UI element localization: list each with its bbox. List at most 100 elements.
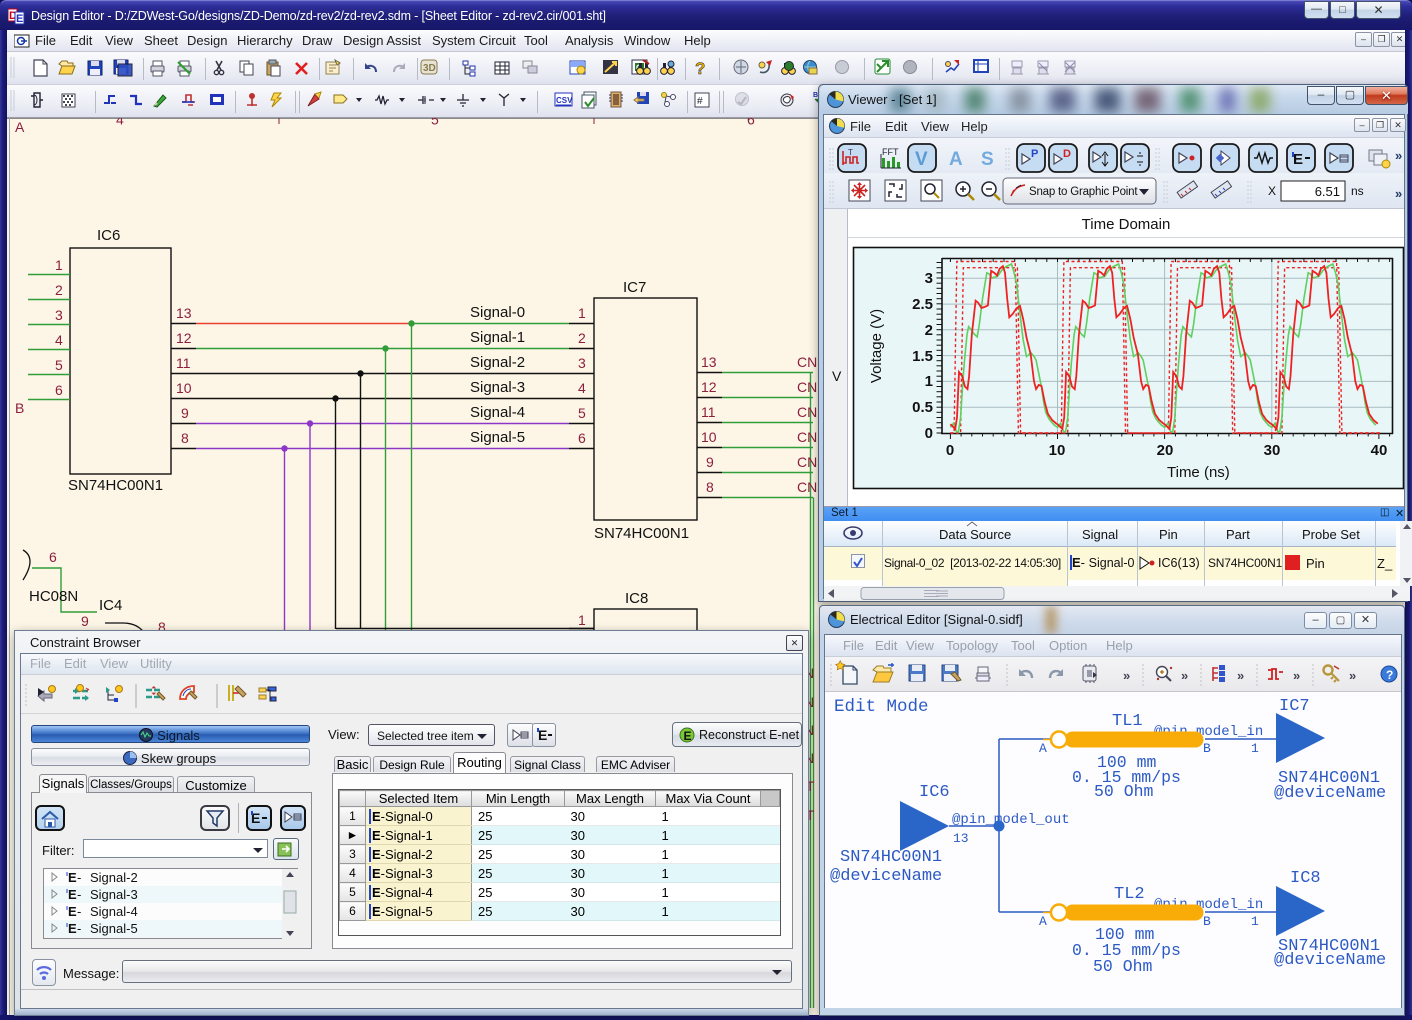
svg-text:CN: CN bbox=[797, 454, 817, 470]
svg-text:30: 30 bbox=[1264, 442, 1281, 459]
svg-text:3D: 3D bbox=[423, 63, 436, 74]
svg-text:9: 9 bbox=[706, 454, 714, 470]
svg-text:9: 9 bbox=[181, 405, 189, 421]
svg-text:SN74HC00N1: SN74HC00N1 bbox=[840, 848, 942, 867]
svg-text:Edit Mode: Edit Mode bbox=[834, 697, 929, 717]
svg-text:2: 2 bbox=[925, 322, 933, 339]
svg-text:10: 10 bbox=[176, 380, 192, 396]
svg-text:2.5: 2.5 bbox=[912, 296, 933, 313]
svg-text:IC7: IC7 bbox=[1279, 697, 1310, 716]
svg-text:B: B bbox=[1203, 914, 1211, 929]
svg-text:IC8: IC8 bbox=[1290, 869, 1321, 888]
svg-text:Signal-3: Signal-3 bbox=[90, 887, 138, 902]
svg-text:X: X bbox=[1268, 184, 1276, 198]
svg-text:6: 6 bbox=[578, 430, 586, 446]
svg-text:E: E bbox=[68, 870, 77, 885]
svg-text:IC6: IC6 bbox=[97, 227, 120, 244]
svg-text:6: 6 bbox=[49, 549, 57, 565]
svg-text:S: S bbox=[981, 149, 994, 170]
svg-text:CN: CN bbox=[797, 379, 817, 395]
svg-text:1: 1 bbox=[925, 373, 933, 390]
svg-text:»: » bbox=[1395, 148, 1402, 163]
svg-text:»: » bbox=[1349, 668, 1356, 683]
svg-text:T: T bbox=[848, 148, 853, 157]
svg-text:@deviceName: @deviceName bbox=[830, 867, 942, 886]
svg-text:#: # bbox=[697, 96, 703, 107]
svg-text:Signal-5: Signal-5 bbox=[90, 921, 138, 936]
svg-text:B: B bbox=[1203, 741, 1211, 756]
svg-text:P: P bbox=[1031, 148, 1038, 160]
svg-text:6.51: 6.51 bbox=[1315, 184, 1340, 199]
svg-text:E: E bbox=[684, 729, 692, 743]
svg-text:13: 13 bbox=[701, 354, 717, 370]
svg-text:-: - bbox=[77, 870, 81, 885]
svg-text:4: 4 bbox=[116, 118, 124, 128]
svg-text:13: 13 bbox=[953, 831, 969, 846]
svg-text:IC6: IC6 bbox=[919, 783, 950, 802]
svg-text:»: » bbox=[1395, 186, 1402, 201]
svg-text:1: 1 bbox=[55, 257, 63, 273]
svg-text:Time Domain: Time Domain bbox=[1082, 216, 1171, 233]
svg-text:1: 1 bbox=[1251, 741, 1259, 756]
svg-text:»: » bbox=[1123, 668, 1130, 683]
svg-text:IC7: IC7 bbox=[623, 279, 646, 296]
svg-text:CN: CN bbox=[797, 479, 817, 495]
svg-text:3: 3 bbox=[55, 307, 63, 323]
svg-text:ns: ns bbox=[1351, 184, 1364, 198]
svg-text:12: 12 bbox=[176, 330, 192, 346]
svg-text:Time (ns): Time (ns) bbox=[1167, 464, 1230, 481]
svg-text:HC08N: HC08N bbox=[29, 588, 78, 605]
svg-text:0: 0 bbox=[925, 425, 933, 442]
svg-text:5: 5 bbox=[55, 357, 63, 373]
svg-text:3: 3 bbox=[925, 270, 933, 287]
svg-text:2: 2 bbox=[55, 282, 63, 298]
svg-text:Signal-1: Signal-1 bbox=[470, 329, 525, 346]
svg-text:A: A bbox=[949, 149, 963, 170]
svg-text:50 Ohm: 50 Ohm bbox=[1094, 782, 1154, 801]
svg-text:Voltage (V): Voltage (V) bbox=[868, 309, 885, 383]
svg-text:Signal-5: Signal-5 bbox=[470, 429, 525, 446]
svg-text:6: 6 bbox=[55, 382, 63, 398]
svg-text:Signal-4: Signal-4 bbox=[90, 904, 138, 919]
svg-text:E: E bbox=[68, 887, 77, 902]
svg-text:Snap to Graphic Point: Snap to Graphic Point bbox=[1029, 186, 1138, 198]
svg-text:8: 8 bbox=[706, 479, 714, 495]
svg-text:D: D bbox=[1063, 148, 1071, 160]
svg-text:CN: CN bbox=[797, 429, 817, 445]
svg-text:E: E bbox=[68, 938, 77, 941]
svg-text:@deviceName: @deviceName bbox=[1274, 784, 1386, 803]
svg-text:TL1: TL1 bbox=[1112, 712, 1143, 731]
svg-text:»: » bbox=[1293, 668, 1300, 683]
svg-text:2: 2 bbox=[578, 330, 586, 346]
svg-text:3: 3 bbox=[578, 355, 586, 371]
svg-text:1: 1 bbox=[1251, 914, 1259, 929]
svg-text:B: B bbox=[15, 400, 24, 416]
svg-text:Signal-2: Signal-2 bbox=[90, 870, 138, 885]
svg-text:6: 6 bbox=[747, 118, 755, 128]
svg-text:CN: CN bbox=[797, 354, 817, 370]
svg-text:Signal-4: Signal-4 bbox=[470, 404, 525, 421]
svg-text:Signal-2: Signal-2 bbox=[470, 354, 525, 371]
svg-text:1: 1 bbox=[578, 305, 586, 321]
svg-text:20: 20 bbox=[1157, 442, 1174, 459]
svg-text:10: 10 bbox=[701, 429, 717, 445]
svg-text:10: 10 bbox=[1049, 442, 1066, 459]
svg-text:-: - bbox=[77, 904, 81, 919]
svg-text:SN74HC00N1: SN74HC00N1 bbox=[594, 525, 689, 542]
svg-text:E: E bbox=[16, 13, 23, 25]
svg-text:0: 0 bbox=[946, 442, 954, 459]
svg-text:8: 8 bbox=[181, 430, 189, 446]
svg-text:V: V bbox=[832, 368, 842, 384]
svg-text:A: A bbox=[15, 119, 25, 135]
svg-text:1: 1 bbox=[578, 612, 586, 628]
svg-text:5: 5 bbox=[578, 405, 586, 421]
svg-text:A: A bbox=[1039, 741, 1047, 756]
svg-text:E: E bbox=[68, 921, 77, 936]
svg-text:»: » bbox=[1237, 668, 1244, 683]
svg-text:Signal-3: Signal-3 bbox=[470, 379, 525, 396]
svg-text:IC4: IC4 bbox=[99, 597, 122, 614]
svg-text:TL2: TL2 bbox=[1114, 885, 1145, 904]
svg-text:12: 12 bbox=[701, 379, 717, 395]
svg-text:@deviceName: @deviceName bbox=[1274, 951, 1386, 970]
svg-text:5: 5 bbox=[431, 118, 439, 128]
